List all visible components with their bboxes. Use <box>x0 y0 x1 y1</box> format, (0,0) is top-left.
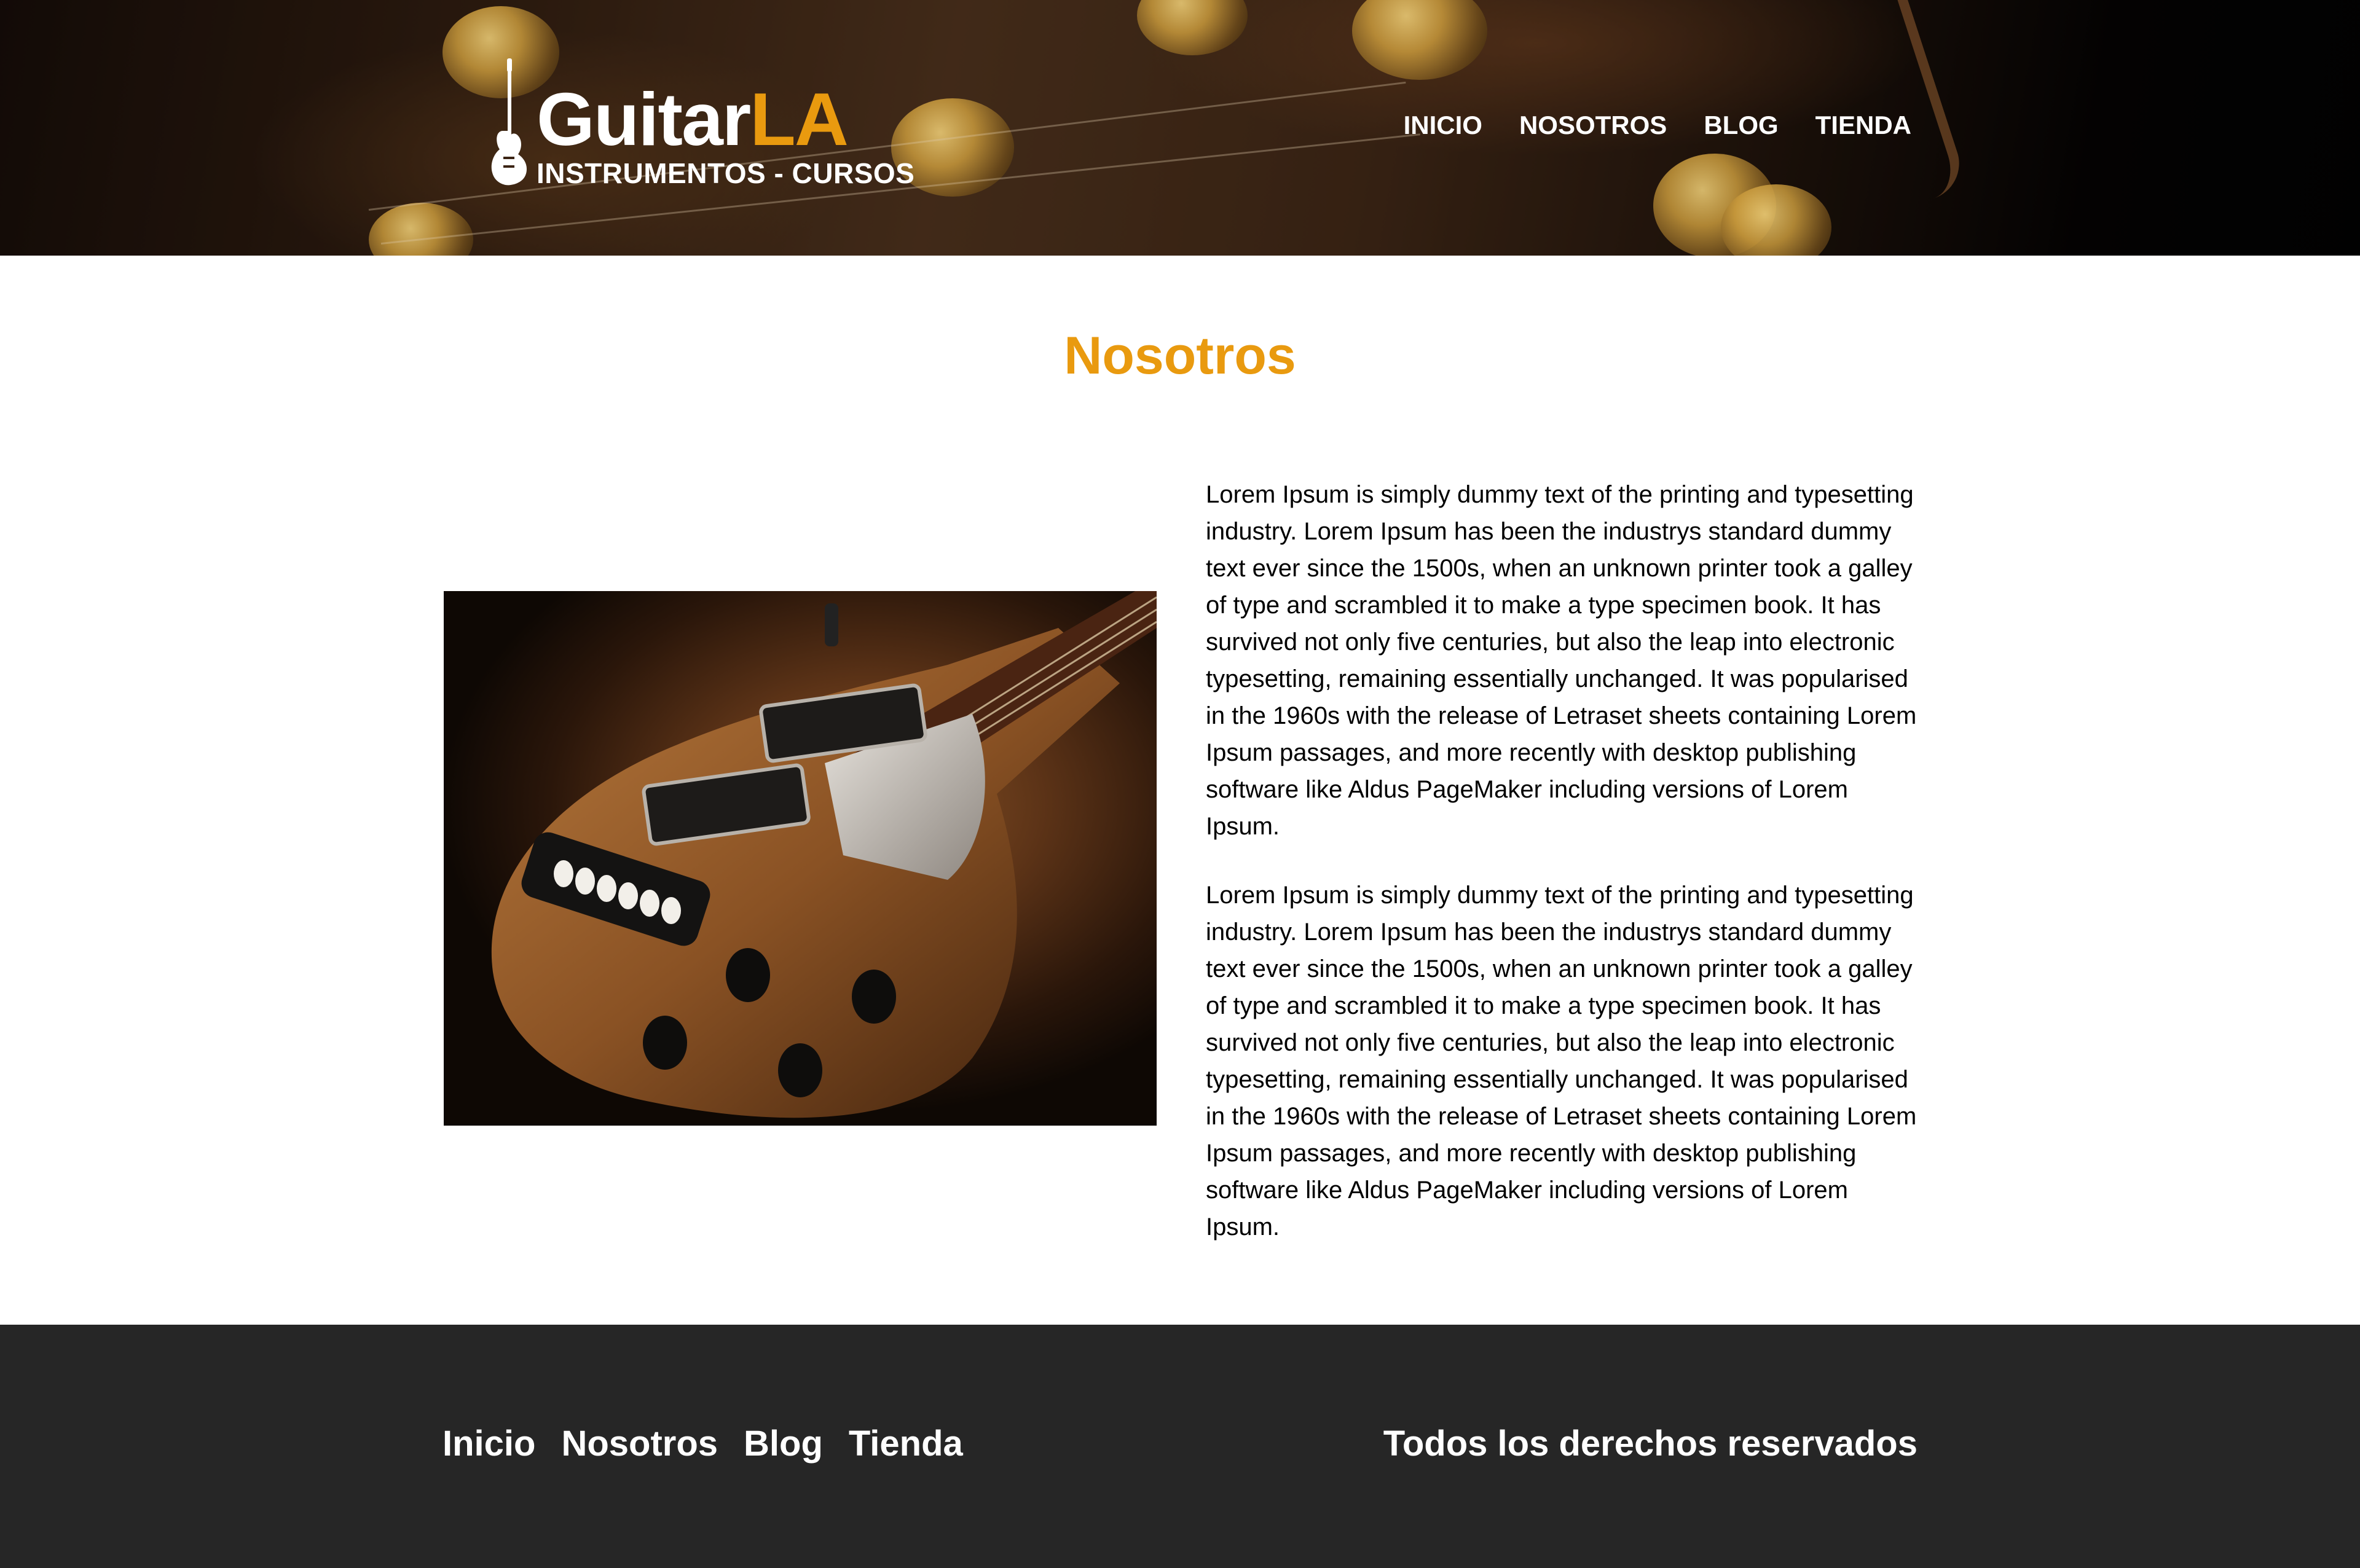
nav-link-nosotros[interactable]: NOSOTROS <box>1519 111 1667 140</box>
site-footer: Inicio Nosotros Blog Tienda Todos los de… <box>0 1325 2360 1568</box>
logo-tagline: INSTRUMENTOS - CURSOS <box>537 157 915 189</box>
footer-link-blog[interactable]: Blog <box>744 1423 823 1464</box>
electric-guitar-icon <box>491 58 527 186</box>
footer-nav: Inicio Nosotros Blog Tienda <box>442 1423 963 1464</box>
copyright-text: Todos los derechos reservados <box>1383 1424 1918 1464</box>
logo-wordmark: GuitarLA <box>537 82 849 157</box>
about-paragraph: Lorem Ipsum is simply dummy text of the … <box>1206 882 1917 1241</box>
main-nav: INICIO NOSOTROS BLOG TIENDA <box>1404 111 1911 140</box>
page-title: Nosotros <box>1064 326 1296 385</box>
nav-link-inicio[interactable]: INICIO <box>1404 111 1482 140</box>
about-paragraph: Lorem Ipsum is simply dummy text of the … <box>1206 481 1917 840</box>
site-header: GuitarLA INSTRUMENTOS - CURSOS INICIO NO… <box>0 0 2360 256</box>
footer-link-nosotros[interactable]: Nosotros <box>561 1423 718 1464</box>
nav-link-tienda[interactable]: TIENDA <box>1815 111 1911 140</box>
logo-brand-main: Guitar <box>537 77 751 161</box>
guitar-body-illustration <box>491 591 1157 1118</box>
nav-link-blog[interactable]: BLOG <box>1704 111 1778 140</box>
site-logo[interactable]: GuitarLA INSTRUMENTOS - CURSOS <box>489 58 919 194</box>
footer-link-tienda[interactable]: Tienda <box>849 1423 963 1464</box>
logo-brand-accent: LA <box>750 77 849 161</box>
about-text: Lorem Ipsum is simply dummy text of the … <box>1206 476 1919 1277</box>
footer-link-inicio[interactable]: Inicio <box>442 1423 535 1464</box>
about-guitar-image <box>444 591 1157 1126</box>
